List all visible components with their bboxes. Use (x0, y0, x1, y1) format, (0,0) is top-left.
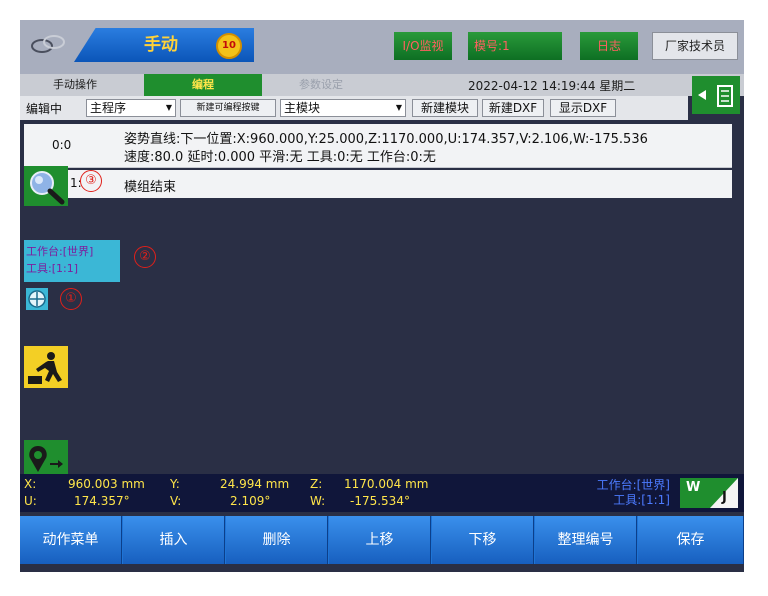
bottom-menu-bar: 动作菜单 插入 删除 上移 下移 整理编号 保存 (20, 516, 744, 564)
program-row[interactable]: 1: 模组结束 (24, 170, 732, 198)
move-up-button[interactable]: 上移 (329, 516, 431, 564)
insert-button[interactable]: 插入 (123, 516, 225, 564)
io-monitor-button[interactable]: I/O监视 (394, 32, 452, 60)
move-down-button[interactable]: 下移 (432, 516, 534, 564)
top-bar: 手动 10 I/O监视 模号:1 日志 厂家技术员 (20, 20, 744, 74)
module-select[interactable]: 主模块 ▼ (280, 99, 406, 117)
delete-button[interactable]: 删除 (226, 516, 328, 564)
program-toolbar: 编辑中 主程序 ▼ 新建可编程按键 主模块 ▼ 新建模块 新建DXF 显示DXF (20, 96, 688, 120)
renumber-button[interactable]: 整理编号 (535, 516, 637, 564)
tab-manual-operation[interactable]: 手动操作 (20, 74, 130, 96)
search-icon[interactable] (24, 166, 68, 206)
dropdown-arrow-icon: ▼ (165, 103, 172, 112)
panel-toggle-icon[interactable] (692, 76, 740, 114)
annotation-marker-1: ① (60, 288, 82, 310)
user-button[interactable]: 厂家技术员 (652, 32, 738, 60)
y-axis-value: 24.994 mm (220, 477, 290, 491)
module-select-value: 主模块 (284, 101, 321, 115)
tab-row: 手动操作 编程 参数设定 2022-04-12 14:19:44 星期二 (20, 74, 744, 96)
y-axis-label: Y: (170, 477, 180, 491)
hmi-screen: 手动 10 I/O监视 模号:1 日志 厂家技术员 手动操作 编程 参数设定 2… (20, 20, 744, 572)
datetime-display: 2022-04-12 14:19:44 星期二 (468, 79, 636, 93)
joint-indicator: J (722, 490, 727, 505)
world-joint-toggle[interactable]: W J (680, 478, 738, 508)
program-select[interactable]: 主程序 ▼ (86, 99, 176, 117)
coordinate-system-icon[interactable] (26, 288, 48, 310)
show-dxf-button[interactable]: 显示DXF (550, 99, 616, 117)
x-axis-value: 960.003 mm (68, 477, 145, 491)
program-select-value: 主程序 (90, 101, 127, 115)
logo-icon (31, 35, 65, 53)
new-dxf-button[interactable]: 新建DXF (482, 99, 544, 117)
save-button[interactable]: 保存 (638, 516, 744, 564)
log-button[interactable]: 日志 (580, 32, 638, 60)
frame-info-panel[interactable]: 工作台:[世界] 工具:[1:1] (24, 240, 120, 282)
dropdown-arrow-icon: ▼ (395, 103, 402, 112)
program-row[interactable]: 0:0 姿势直线:下一位置:X:960.000,Y:25.000,Z:1170.… (24, 124, 732, 168)
z-axis-value: 1170.004 mm (344, 477, 429, 491)
model-button[interactable]: 模号:1 (468, 32, 562, 60)
jog-robot-icon[interactable] (24, 346, 68, 388)
row-parameters: 速度:80.0 延时:0.000 平滑:无 工具:0:无 工作台:0:无 (124, 150, 436, 165)
row-instruction: 模组结束 (124, 180, 177, 195)
new-module-button[interactable]: 新建模块 (412, 99, 478, 117)
row-instruction: 姿势直线:下一位置:X:960.000,Y:25.000,Z:1170.000,… (124, 132, 648, 147)
w-axis-value: -175.534° (350, 494, 410, 508)
annotation-marker-2: ② (134, 246, 156, 268)
v-axis-label: V: (170, 494, 182, 508)
new-programmable-key-button[interactable]: 新建可编程按键 (180, 99, 276, 117)
x-axis-label: X: (24, 477, 37, 491)
v-axis-value: 2.109° (230, 494, 271, 508)
u-axis-label: U: (24, 494, 37, 508)
annotation-marker-3: ③ (80, 170, 102, 192)
workbench-label: 工作台:[世界] (26, 245, 94, 258)
tab-parameter-settings[interactable]: 参数设定 (266, 74, 376, 96)
row-index: 0:0 (52, 138, 72, 152)
tool-label: 工具:[1:1] (26, 262, 78, 275)
workbench-status: 工作台:[世界] (596, 478, 670, 492)
z-axis-label: Z: (310, 477, 323, 491)
action-menu-button[interactable]: 动作菜单 (20, 516, 122, 564)
u-axis-value: 174.357° (74, 494, 130, 508)
speed-badge[interactable]: 10 (216, 33, 242, 59)
world-indicator: W (686, 480, 701, 495)
tab-programming[interactable]: 编程 (144, 74, 262, 96)
w-axis-label: W: (310, 494, 326, 508)
tool-status: 工具:[1:1] (613, 493, 670, 507)
frame-status: 工作台:[世界] 工具:[1:1] (560, 478, 670, 508)
editing-label: 编辑中 (26, 102, 63, 116)
position-status-bar: X: 960.003 mm Y: 24.994 mm Z: 1170.004 m… (20, 474, 744, 512)
